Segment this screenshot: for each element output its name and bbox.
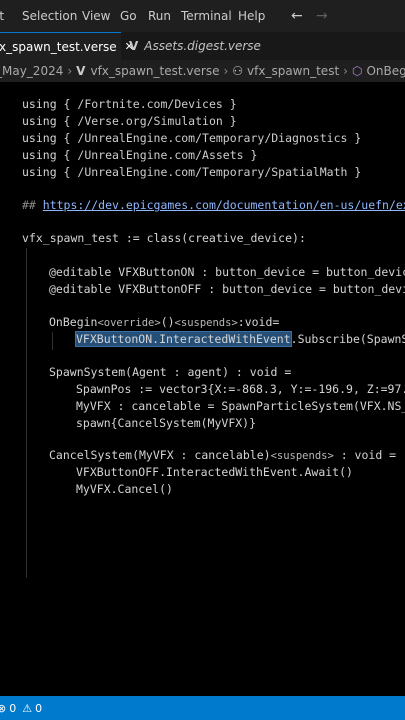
indent-guide — [26, 248, 27, 578]
code-line: spawn{CancelSystem(MyVFX)} — [76, 416, 257, 430]
selected-text[interactable]: VFXButtonON.InteractedWithEvent — [75, 331, 292, 347]
back-arrow-icon[interactable]: ← — [291, 8, 303, 24]
error-count[interactable]: 0 — [9, 702, 16, 715]
breadcrumb-folder[interactable]: _May_2024 — [0, 64, 63, 78]
code-line: MyVFX.Cancel() — [76, 482, 173, 496]
code-line: SpawnPos := vector3{X:=-868.3, Y:=-196.9… — [76, 382, 405, 396]
code-line: using { /UnrealEngine.com/Temporary/Spat… — [22, 165, 362, 179]
menu-item-help[interactable]: Help — [238, 9, 265, 23]
code-editor[interactable]: using { /Fortnite.com/Devices } using { … — [0, 82, 405, 696]
code-line: using { /UnrealEngine.com/Temporary/Diag… — [22, 131, 362, 145]
tab-label: Assets.digest.verse — [144, 39, 261, 53]
status-bar: ⊗ 0 ⚠ 0 — [0, 696, 405, 720]
warning-icon[interactable]: ⚠ — [22, 702, 32, 715]
error-icon[interactable]: ⊗ — [0, 702, 6, 715]
method-cube-icon: ⬡ — [351, 64, 363, 78]
chevron-right-icon: › — [67, 64, 73, 78]
indent-guide — [52, 332, 53, 350]
doc-link[interactable]: https://dev.epicgames.com/documentation/… — [43, 198, 405, 212]
menu-item-selection[interactable]: Selection — [22, 9, 77, 23]
tab-assets-digest[interactable]: V Assets.digest.verse — [121, 32, 405, 60]
code-line: using { /Fortnite.com/Devices } — [22, 97, 237, 111]
menu-item-view[interactable]: View — [82, 9, 110, 23]
code-line: VFXButtonOFF.InteractedWithEvent.Await() — [76, 465, 353, 479]
code-line: using { /UnrealEngine.com/Assets } — [22, 148, 258, 162]
forward-arrow-icon[interactable]: → — [316, 8, 328, 24]
tab-label: x_spawn_test.verse — [0, 39, 117, 54]
code-line: vfx_spawn_test := class(creative_device)… — [22, 231, 306, 245]
breadcrumb-file[interactable]: vfx_spawn_test.verse — [90, 64, 219, 78]
code-line: @editable VFXButtonOFF : button_device =… — [49, 282, 405, 296]
menu-item-terminal[interactable]: Terminal — [181, 9, 232, 23]
tab-bar: x_spawn_test.verse ✕ V Assets.digest.ver… — [0, 32, 405, 61]
code-line: @editable VFXButtonON : button_device = … — [49, 265, 405, 279]
warning-count[interactable]: 0 — [35, 702, 42, 715]
verse-file-icon: V — [76, 64, 86, 78]
menu-item-run[interactable]: Run — [148, 9, 171, 23]
breadcrumb-method[interactable]: OnBegin — [366, 64, 405, 78]
code-comment: ## https://dev.epicgames.com/documentati… — [22, 197, 405, 214]
menu-item-go[interactable]: Go — [120, 9, 137, 23]
breadcrumb-class[interactable]: vfx_spawn_test — [247, 64, 339, 78]
menu-bar: it Selection View Go Run Terminal Help ←… — [0, 0, 405, 32]
class-icon: ⚇ — [232, 64, 244, 78]
code-line: VFXButtonON.InteractedWithEvent.Subscrib… — [75, 331, 405, 347]
breadcrumb: _May_2024 › V vfx_spawn_test.verse › ⚇ v… — [0, 60, 405, 82]
chevron-right-icon: › — [223, 64, 229, 78]
menu-item-edit[interactable]: it — [0, 9, 4, 23]
tab-vfx-spawn-test[interactable]: x_spawn_test.verse ✕ — [0, 32, 134, 60]
code-line: using { /Verse.org/Simulation } — [22, 114, 237, 128]
code-line: MyVFX : cancelable = SpawnParticleSystem… — [76, 399, 405, 413]
chevron-right-icon: › — [343, 64, 348, 78]
code-line: SpawnSystem(Agent : agent) : void = — [49, 365, 292, 379]
code-line: OnBegin<override>()<suspends>:void= — [49, 315, 280, 329]
verse-file-icon: V — [129, 39, 139, 53]
code-line: CancelSystem(MyVFX : cancelable)<suspend… — [49, 448, 397, 462]
